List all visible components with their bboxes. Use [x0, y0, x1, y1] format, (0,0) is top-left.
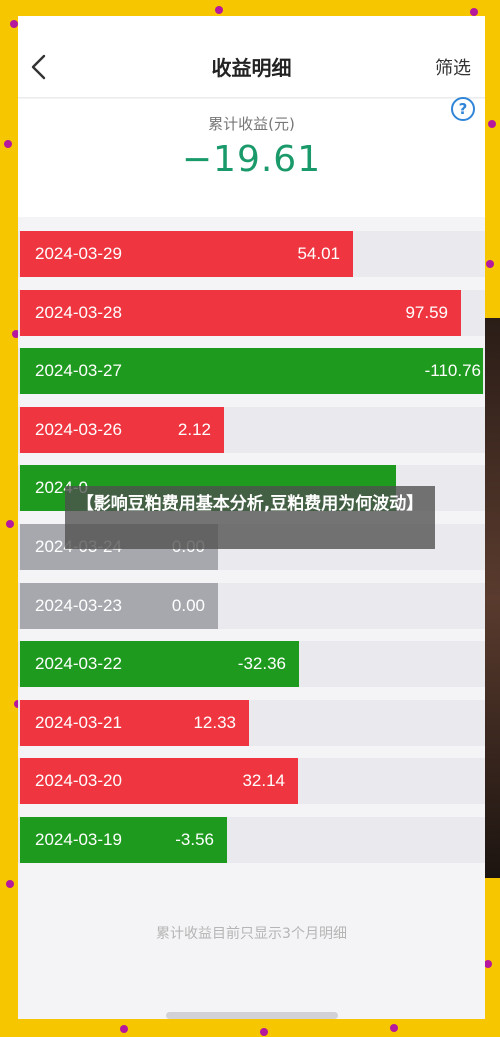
summary-value: −19.61 [181, 139, 322, 180]
row-value: -32.36 [237, 654, 286, 674]
row-value: 54.01 [297, 244, 340, 263]
list-item[interactable]: 2024-03-26 2.12 [18, 406, 485, 453]
home-indicator [166, 1012, 338, 1019]
row-value: 0.00 [171, 595, 205, 615]
value-bar: 2024-03-29 54.01 [20, 231, 353, 277]
row-value: -110.76 [424, 361, 481, 381]
decor-dot [484, 960, 492, 968]
decor-dot [6, 880, 14, 888]
row-date: 2024-03-23 [35, 595, 122, 615]
decor-dot [390, 1024, 398, 1032]
summary-card: 累计收益(元) −19.61 [18, 99, 485, 217]
list-item[interactable]: 2024-03-27 -110.76 [18, 348, 485, 395]
row-date: 2024-03-29 [35, 244, 122, 263]
decor-dot [488, 120, 496, 128]
value-bar: 2024-03-26 2.12 [20, 406, 224, 453]
list-item[interactable]: 2024-03-29 54.01 [18, 231, 485, 277]
row-value: 2.12 [177, 419, 211, 439]
nav-bar: 收益明细 筛选 [18, 16, 485, 98]
row-date: 2024-03-26 [35, 419, 122, 439]
value-bar: 2024-03-22 -32.36 [20, 641, 299, 688]
decor-dot [260, 1028, 268, 1036]
row-value: 97.59 [405, 302, 448, 322]
row-date: 2024-03-20 [35, 771, 122, 791]
decor-dot [486, 260, 494, 268]
row-date: 2024-03-22 [35, 654, 122, 674]
decor-dot [10, 20, 18, 28]
row-value: 12.33 [193, 712, 236, 732]
page-title: 收益明细 [211, 56, 292, 80]
decor-dot [120, 1025, 128, 1033]
list-item[interactable]: 2024-03-22 -32.36 [18, 641, 485, 688]
value-bar: 2024-03-20 32.14 [20, 758, 298, 805]
value-bar: 2024-03-23 0.00 [20, 582, 218, 629]
caption-overlay: 【影响豆粕费用基本分析,豆粕费用为何波动】 [65, 486, 435, 549]
row-date: 2024-03-27 [35, 361, 122, 381]
value-bar: 2024-03-28 97.59 [20, 289, 461, 336]
decor-dot [4, 140, 12, 148]
row-date: 2024-03-19 [35, 830, 122, 849]
list-item[interactable]: 2024-03-20 32.14 [18, 758, 485, 805]
value-bar: 2024-03-19 -3.56 [20, 817, 227, 863]
decor-dot [215, 6, 223, 14]
list-item[interactable]: 2024-03-28 97.59 [18, 289, 485, 336]
filter-button[interactable]: 筛选 [435, 54, 471, 80]
row-date: 2024-03-28 [35, 302, 122, 322]
row-value: -3.56 [175, 830, 214, 849]
row-value: 32.14 [242, 771, 285, 791]
list-item[interactable]: 2024-03-21 12.33 [18, 699, 485, 746]
help-icon[interactable]: ? [451, 97, 475, 121]
row-date: 2024-03-21 [35, 712, 122, 732]
footer-note: 累计收益目前只显示3个月明细 [156, 926, 347, 942]
decor-dot [470, 8, 478, 16]
decor-dot [6, 520, 14, 528]
list-item[interactable]: 2024-03-19 -3.56 [18, 817, 485, 863]
summary-label: 累计收益(元) [208, 115, 295, 133]
list-item[interactable]: 2024-03-23 0.00 [18, 582, 485, 629]
value-bar: 2024-03-27 -110.76 [20, 348, 483, 395]
value-bar: 2024-03-21 12.33 [20, 699, 249, 746]
